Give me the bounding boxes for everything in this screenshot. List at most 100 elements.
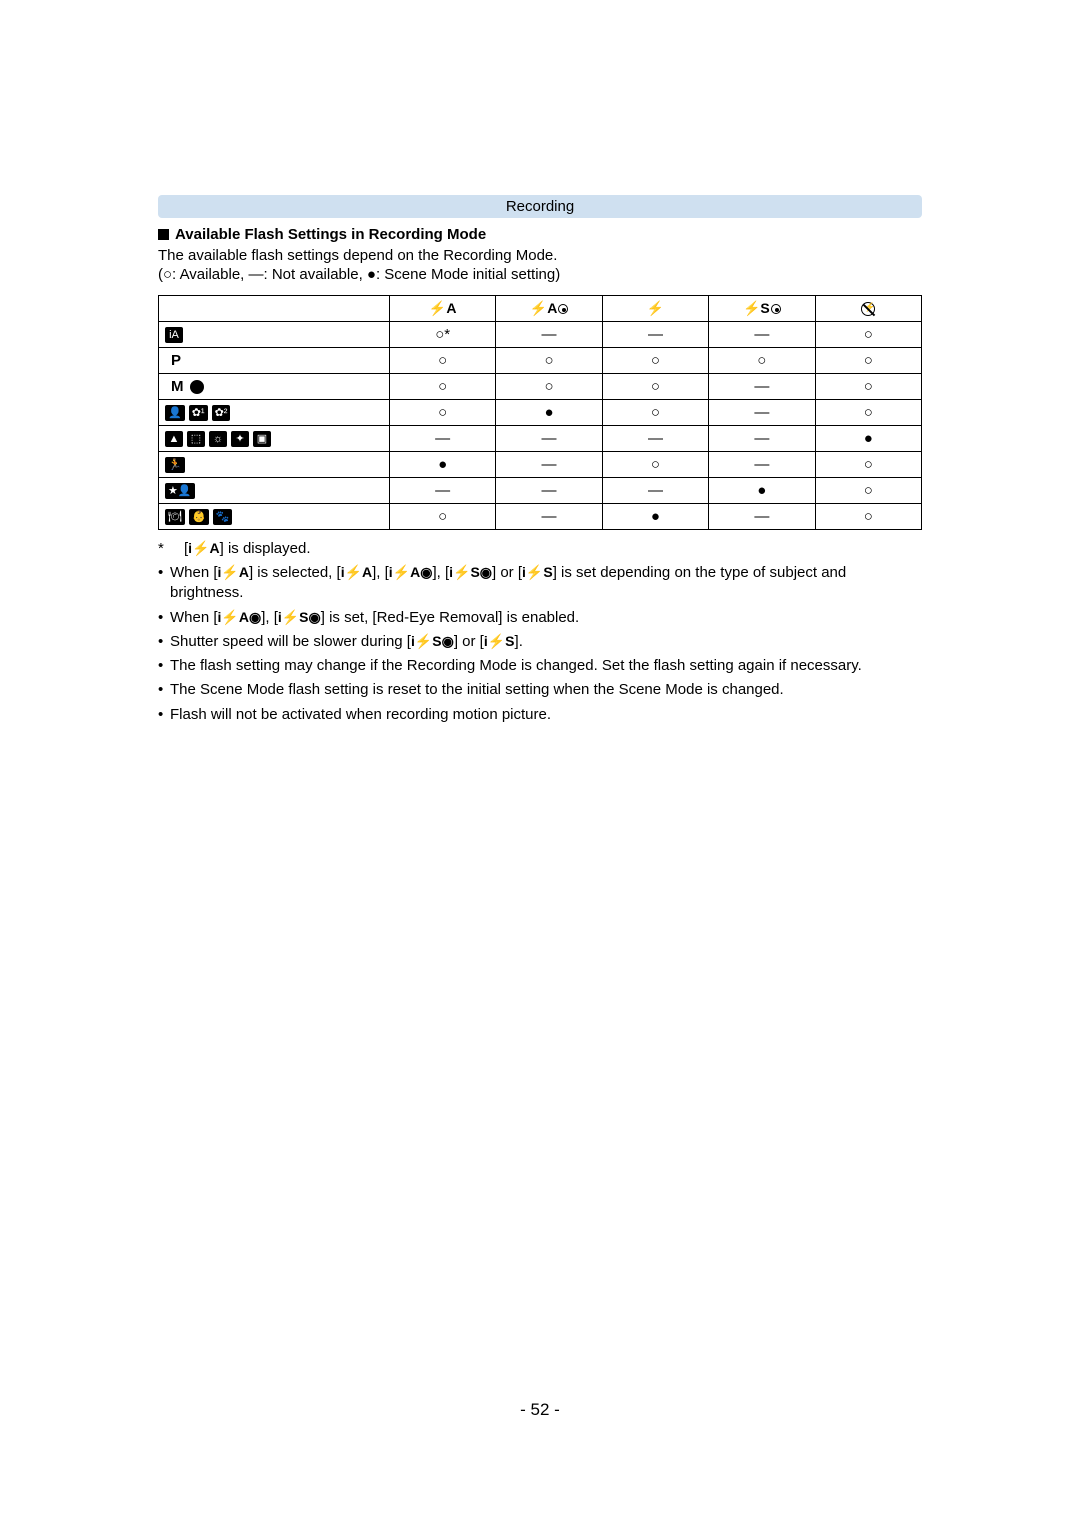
table-row: P ○ ○ ○ ○ ○ — [159, 348, 922, 374]
header-slowsync-redeye: ⚡S — [709, 296, 815, 322]
redeye-icon — [558, 304, 568, 314]
sym-icon: i⚡S◉ — [449, 564, 492, 580]
row-night-portrait: ★👤 — [159, 478, 390, 504]
cell: ● — [602, 504, 708, 530]
section-header-band: Recording — [158, 195, 922, 218]
cell: ○ — [709, 348, 815, 374]
cell: ○ — [389, 348, 495, 374]
note-item: The Scene Mode flash setting is reset to… — [158, 680, 922, 700]
table-row: M ○ ○ ○ — ○ — [159, 374, 922, 400]
legend-line: (○: Available, —: Not available, ●: Scen… — [158, 266, 922, 283]
panorama-icon: ⬚ — [187, 431, 205, 447]
soft-skin2-icon: ✿² — [212, 405, 231, 421]
flash-off-icon — [861, 302, 875, 316]
row-sports: 🏃 — [159, 452, 390, 478]
table-row: ▲⬚☼✦▣ — — — — ● — [159, 426, 922, 452]
cell: ○ — [496, 348, 602, 374]
table-header-row: ⚡A ⚡A ⚡ ⚡S — [159, 296, 922, 322]
sym-icon: i⚡S — [484, 633, 515, 649]
cell: ○ — [389, 504, 495, 530]
bullet-square-icon — [158, 229, 169, 240]
legend-initial: ●: Scene Mode initial setting) — [367, 266, 560, 283]
cell: — — [602, 478, 708, 504]
header-auto: ⚡A — [389, 296, 495, 322]
note-item: Shutter speed will be slower during [i⚡S… — [158, 632, 922, 652]
table-row: ★👤 — — — ● ○ — [159, 478, 922, 504]
cell: ● — [815, 426, 921, 452]
section-title-text: Available Flash Settings in Recording Mo… — [175, 226, 486, 243]
sym-icon: i⚡A — [341, 564, 372, 580]
row-intelligent-auto: iA — [159, 322, 390, 348]
cell: — — [496, 504, 602, 530]
table-row: iA ○* — — — ○ — [159, 322, 922, 348]
sym-icon: i⚡A — [218, 564, 249, 580]
flash-on-icon: ⚡ — [647, 300, 664, 316]
cell: ● — [709, 478, 815, 504]
cell: ○ — [815, 374, 921, 400]
ia-icon: iA — [165, 327, 183, 343]
cell: ○ — [389, 400, 495, 426]
sym-icon: i⚡S — [522, 564, 553, 580]
header-forced-on: ⚡ — [602, 296, 708, 322]
legend-notavailable: —: Not available, — [249, 266, 367, 283]
flash-settings-table: ⚡A ⚡A ⚡ ⚡S iA ○* — — — ○ P ○ ○ ○ ○ ○ M ○… — [158, 295, 922, 530]
cell: ○ — [815, 478, 921, 504]
sym-icon: i⚡S◉ — [278, 609, 321, 625]
night-portrait-icon: ★👤 — [165, 483, 195, 499]
notes-list: When [i⚡A] is selected, [i⚡A], [i⚡A◉], [… — [158, 563, 922, 725]
cell: — — [496, 322, 602, 348]
cell: ○ — [815, 322, 921, 348]
note-item: Flash will not be activated when recordi… — [158, 705, 922, 725]
cell: ○ — [602, 400, 708, 426]
cell: — — [709, 452, 815, 478]
cell: — — [602, 322, 708, 348]
food-icon: 🍽 — [165, 509, 185, 525]
cell: — — [496, 426, 602, 452]
cell: ○* — [389, 322, 495, 348]
redeye-icon — [771, 304, 781, 314]
sunset-icon: ☼ — [209, 431, 227, 447]
flash-slow-redeye-icon: ⚡S — [743, 300, 781, 317]
cell: ○ — [389, 374, 495, 400]
flash-auto-icon: ⚡A — [429, 300, 457, 316]
cell: ○ — [602, 374, 708, 400]
table-row: 🏃 ● — ○ — ○ — [159, 452, 922, 478]
flash-ia-icon: i⚡A — [188, 540, 219, 556]
section-title: Available Flash Settings in Recording Mo… — [158, 226, 922, 243]
cell: ● — [389, 452, 495, 478]
pet-icon: 🐾 — [213, 509, 233, 525]
legend-available: ○: Available, — [163, 266, 249, 283]
soft-skin-icon: ✿¹ — [189, 405, 208, 421]
header-blank — [159, 296, 390, 322]
row-scenery-group: ▲⬚☼✦▣ — [159, 426, 390, 452]
footnote: * [i⚡A] is displayed. — [158, 540, 922, 557]
m-label: M — [171, 378, 184, 395]
intro-line: The available flash settings depend on t… — [158, 247, 922, 264]
sym-icon: i⚡A◉ — [218, 609, 262, 625]
header-label: Recording — [506, 198, 574, 215]
creative-icon — [190, 380, 204, 394]
cell: — — [389, 478, 495, 504]
cell: — — [709, 322, 815, 348]
cell: — — [496, 452, 602, 478]
cell: — — [496, 478, 602, 504]
cell: — — [709, 426, 815, 452]
row-manual: M — [159, 374, 390, 400]
footnote-text: [i⚡A] is displayed. — [184, 540, 311, 557]
page-number: - 52 - — [0, 1400, 1080, 1420]
row-program: P — [159, 348, 390, 374]
cell: ○ — [602, 348, 708, 374]
page-content: Recording Available Flash Settings in Re… — [0, 0, 1080, 725]
cell: ○ — [815, 452, 921, 478]
scenery-icon: ▲ — [165, 431, 183, 447]
cell: — — [709, 504, 815, 530]
cell: — — [709, 400, 815, 426]
row-portraits: 👤✿¹✿² — [159, 400, 390, 426]
cell: ○ — [815, 348, 921, 374]
cell: ○ — [815, 504, 921, 530]
sym-icon: i⚡A◉ — [389, 564, 433, 580]
portrait-icon: 👤 — [165, 405, 185, 421]
p-label: P — [163, 352, 181, 369]
cell: — — [389, 426, 495, 452]
note-item: When [i⚡A] is selected, [i⚡A], [i⚡A◉], [… — [158, 563, 922, 604]
